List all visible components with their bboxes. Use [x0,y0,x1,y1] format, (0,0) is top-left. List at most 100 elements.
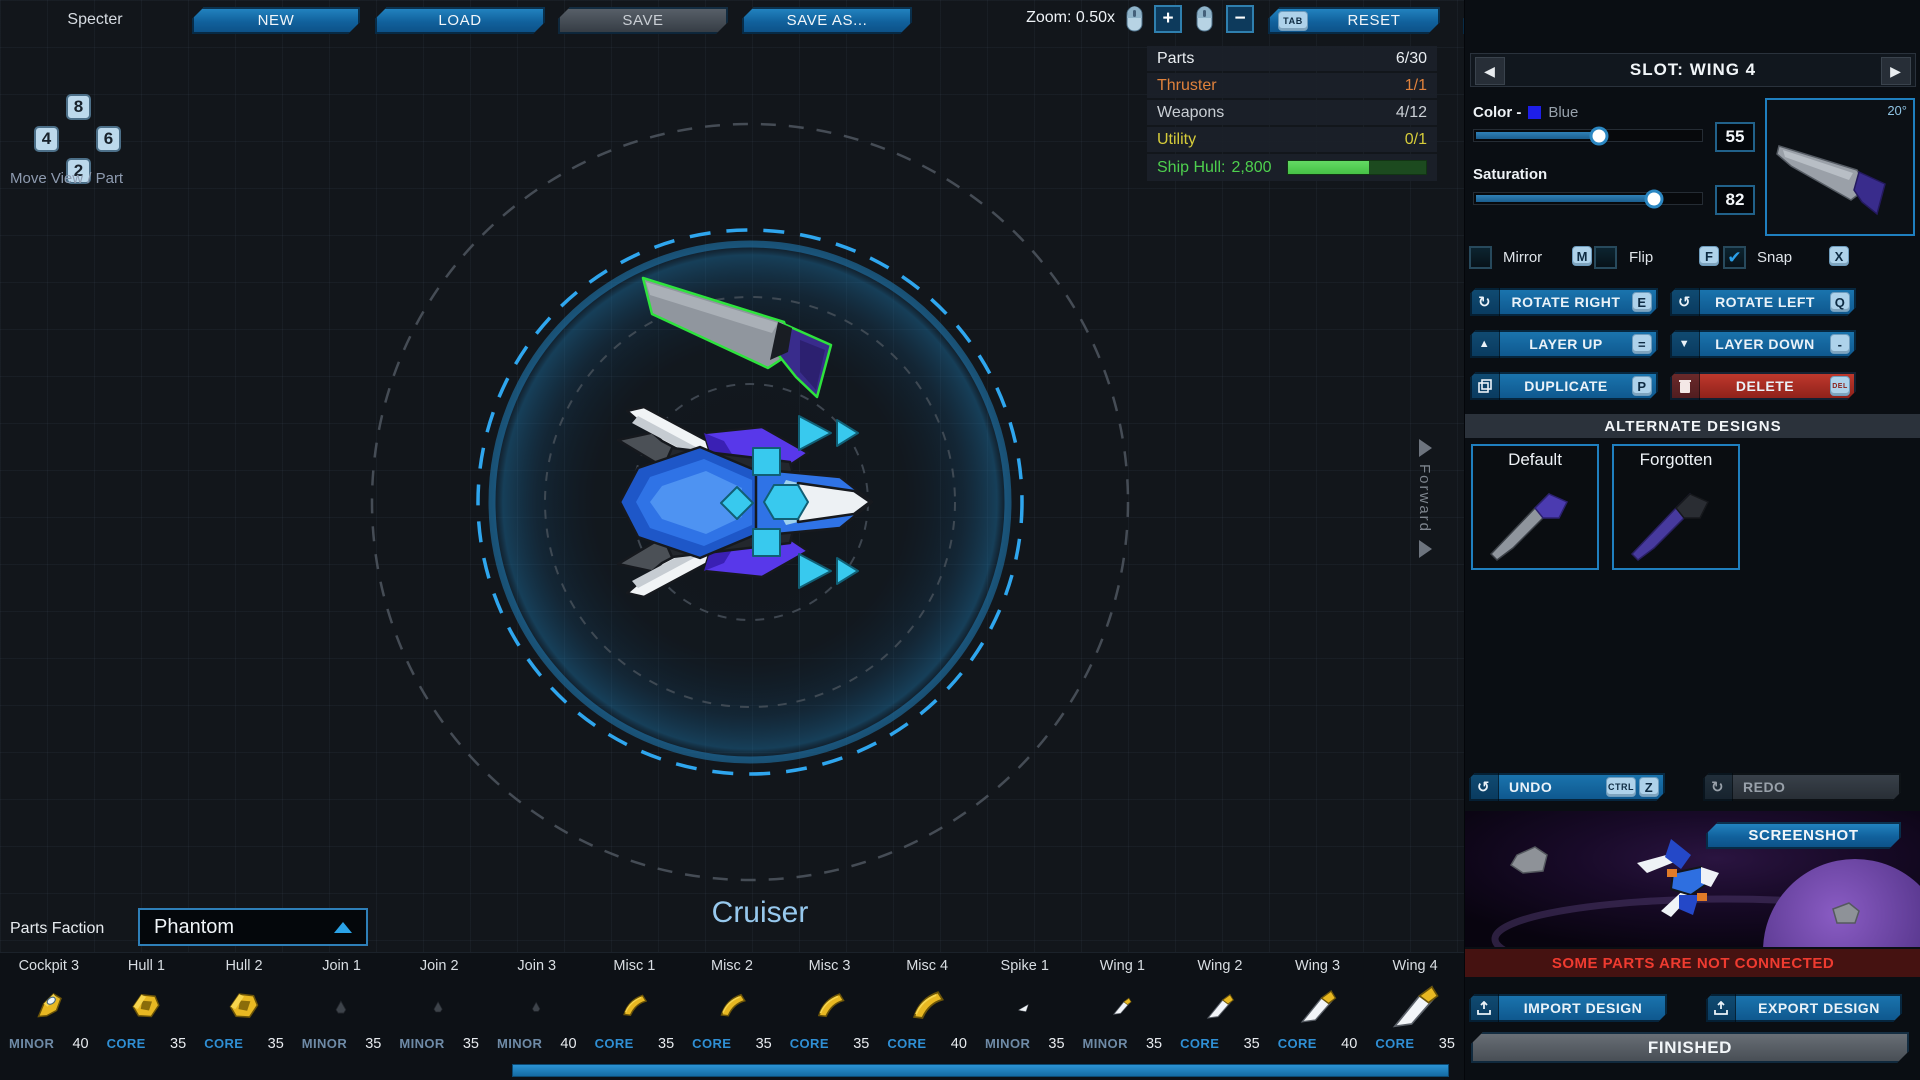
color-value-box[interactable]: 55 [1715,122,1755,152]
undo-button[interactable]: ↺ UNDO CTRL Z [1469,773,1665,801]
layer-down-label: LAYER DOWN [1700,336,1830,352]
faction-dropdown[interactable]: Phantom [138,908,368,946]
design-tile-default[interactable]: Default [1471,444,1599,570]
duplicate-button[interactable]: DUPLICATE P [1470,372,1658,400]
part-item[interactable]: Wing 3 CORE40 [1269,953,1367,1080]
design-name: Default [1473,450,1597,470]
saturation-slider-fill [1476,195,1656,202]
rotate-left-button[interactable]: ↺ ROTATE LEFT Q [1670,288,1856,316]
finished-button[interactable]: FINISHED [1471,1032,1909,1063]
save-as-button[interactable]: SAVE AS... [742,7,912,34]
layer-down-keycap: - [1830,334,1850,354]
misc-part-icon [714,988,750,1024]
color-slider[interactable] [1473,129,1703,142]
part-item[interactable]: Cockpit 3 MINOR40 [0,953,98,1080]
import-label: IMPORT DESIGN [1499,1000,1667,1016]
part-item[interactable]: Misc 4 CORE40 [878,953,976,1080]
hull-value: 2,800 [1231,159,1271,177]
saturation-slider[interactable] [1473,192,1703,205]
warning-banner: SOME PARTS ARE NOT CONNECTED [1465,949,1920,977]
export-icon [1706,994,1736,1022]
rotate-right-button[interactable]: ↻ ROTATE RIGHT E [1470,288,1658,316]
color-slider-knob[interactable] [1590,126,1609,145]
slot-next-button[interactable]: ▶ [1881,57,1911,85]
hull-part-icon [225,987,263,1025]
part-item-selected[interactable]: Wing 4 CORE35 [1366,953,1464,1080]
snap-keycap: X [1829,246,1849,266]
stat-row: Thruster1/1 [1147,73,1437,98]
slot-prev-button[interactable]: ◀ [1475,57,1505,85]
design-name: Forgotten [1614,450,1738,470]
duplicate-label: DUPLICATE [1500,378,1632,394]
part-item[interactable]: Misc 1 CORE35 [586,953,684,1080]
layer-up-button[interactable]: ▲ LAYER UP = [1470,330,1658,358]
screenshot-button[interactable]: SCREENSHOT [1706,822,1901,849]
misc-part-icon [905,984,949,1028]
layer-up-label: LAYER UP [1500,336,1632,352]
wing-part-icon [1204,990,1236,1022]
mirror-label: Mirror [1503,249,1542,266]
color-swatch [1528,106,1541,119]
parts-strip: Cockpit 3 MINOR40 Hull 1 CORE35 Hull 2 C… [0,952,1464,1080]
load-button[interactable]: LOAD [375,7,545,34]
move-pad-label: Move View / Part [10,170,190,187]
mirror-checkbox[interactable] [1469,246,1492,269]
forward-arrow-icon [1419,439,1432,457]
alternate-designs-header: ALTERNATE DESIGNS [1465,414,1920,438]
new-button[interactable]: NEW [192,7,360,34]
join-part-icon [329,993,355,1019]
import-icon [1469,994,1499,1022]
part-item[interactable]: Spike 1 MINOR35 [976,953,1074,1080]
parts-scrollbar[interactable] [512,1064,1449,1077]
wing-part-icon [1297,985,1339,1027]
saturation-value-box[interactable]: 82 [1715,185,1755,215]
misc-part-icon [811,987,849,1025]
save-button[interactable]: SAVE [558,7,728,34]
editor-side-panel: ◀ SLOT: WING 4 ▶ Color - Blue 55 Saturat… [1464,0,1920,1080]
rotate-left-label: ROTATE LEFT [1700,294,1830,310]
forward-indicator: Forward [1416,432,1433,565]
zoom-in-button[interactable]: + [1154,5,1182,33]
z-keycap: Z [1639,777,1659,797]
stat-label: Utility [1157,131,1196,149]
layer-down-icon: ▼ [1670,330,1700,358]
mouse-wheel-icon [1126,6,1143,32]
stat-row: Parts6/30 [1147,46,1437,71]
rotate-right-keycap: E [1632,292,1652,312]
zoom-out-button[interactable]: − [1226,5,1254,33]
design-thumbnail [1473,470,1597,566]
stat-label: Weapons [1157,104,1224,122]
flip-label: Flip [1629,249,1653,266]
export-design-button[interactable]: EXPORT DESIGN [1706,994,1902,1022]
flip-checkbox[interactable] [1594,246,1617,269]
saturation-slider-knob[interactable] [1645,189,1664,208]
snap-checkbox[interactable]: ✔ [1723,246,1746,269]
part-angle: 20° [1887,103,1907,118]
part-item[interactable]: Misc 2 CORE35 [683,953,781,1080]
part-item[interactable]: Hull 2 CORE35 [195,953,293,1080]
delete-keycap: DEL [1830,376,1850,396]
part-item[interactable]: Join 3 MINOR40 [488,953,586,1080]
layer-down-button[interactable]: ▼ LAYER DOWN - [1670,330,1856,358]
snap-label: Snap [1757,249,1792,266]
delete-button[interactable]: DELETE DEL [1670,372,1856,400]
parts-faction-label: Parts Faction [10,920,104,938]
redo-label: REDO [1733,779,1901,795]
layer-up-icon: ▲ [1470,330,1500,358]
part-item[interactable]: Join 1 MINOR35 [293,953,391,1080]
import-design-button[interactable]: IMPORT DESIGN [1469,994,1667,1022]
part-item[interactable]: Misc 3 CORE35 [781,953,879,1080]
mirror-keycap: M [1572,246,1592,266]
trash-icon [1670,372,1700,400]
design-tile-forgotten[interactable]: Forgotten [1612,444,1740,570]
part-counters: Parts6/30 Thruster1/1 Weapons4/12 Utilit… [1147,46,1437,181]
design-thumbnail [1614,470,1738,566]
part-item[interactable]: Hull 1 CORE35 [98,953,196,1080]
stat-row: Weapons4/12 [1147,100,1437,125]
redo-button[interactable]: ↻ REDO [1703,773,1901,801]
wing-part-image [1767,100,1913,234]
part-item[interactable]: Wing 2 CORE35 [1171,953,1269,1080]
part-item[interactable]: Join 2 MINOR35 [390,953,488,1080]
reset-button[interactable]: TAB RESET [1268,7,1440,34]
part-item[interactable]: Wing 1 MINOR35 [1074,953,1172,1080]
